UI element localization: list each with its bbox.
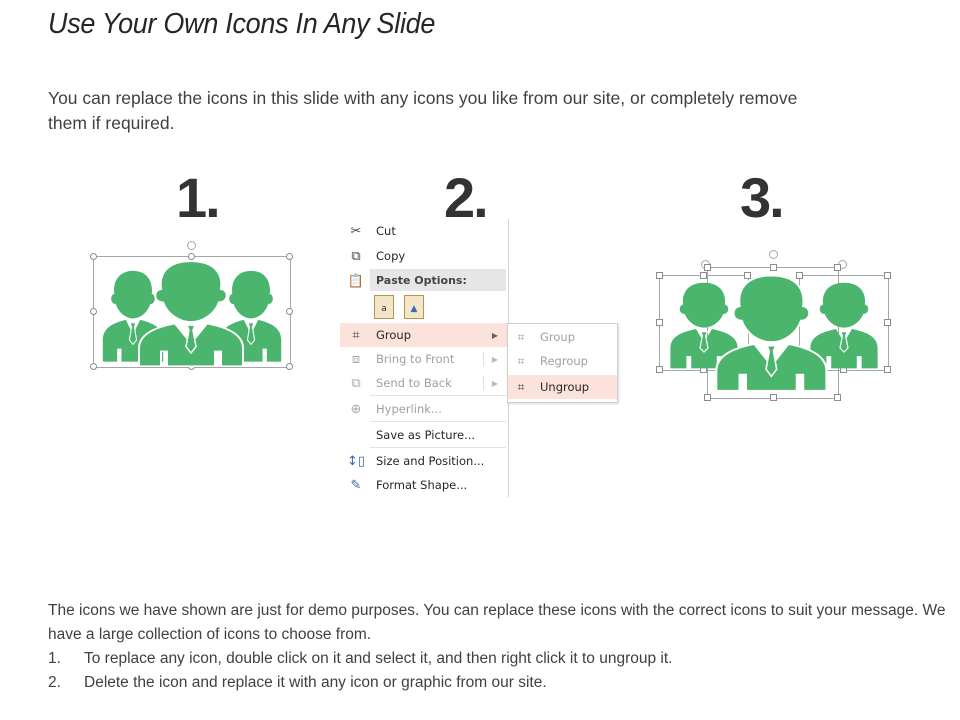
submenu-arrow-icon: ▶ xyxy=(491,330,498,340)
list-item: 1. To replace any icon, double click on … xyxy=(48,647,948,671)
step-number-3: 3. xyxy=(740,166,785,229)
menu-label: Copy xyxy=(376,249,406,263)
list-number: 2. xyxy=(48,674,61,691)
format-shape-icon: ✎ xyxy=(350,477,362,493)
menu-item-group[interactable]: ⌗ Group ▶ xyxy=(340,323,508,347)
menu-separator xyxy=(370,395,506,396)
scissors-icon: ✂ xyxy=(350,223,362,239)
list-item: 2. Delete the icon and replace it with a… xyxy=(48,671,948,695)
group-icon: ⌗ xyxy=(352,327,360,343)
bring-front-icon: ⧈ xyxy=(351,351,361,367)
instructions-paragraph: The icons we have shown are just for dem… xyxy=(48,602,946,643)
send-back-icon: ⧉ xyxy=(351,375,361,391)
menu-separator xyxy=(370,447,506,448)
menu-label: Ungroup xyxy=(540,380,590,394)
submenu-item-regroup[interactable]: ⌗ Regroup xyxy=(508,349,617,373)
intro-text: You can replace the icons in this slide … xyxy=(48,88,798,133)
submenu-arrow-icon: ▶ xyxy=(491,378,498,388)
step-number-1: 1. xyxy=(176,166,221,229)
submenu-item-group[interactable]: ⌗ Group xyxy=(508,325,617,349)
split-divider xyxy=(483,352,484,366)
menu-label: Save as Picture... xyxy=(376,428,476,442)
ungroup-icon: ⌗ xyxy=(517,379,525,394)
hyperlink-icon: ⊕ xyxy=(350,401,362,417)
menu-item-size-and-position[interactable]: ↕▯ Size and Position... xyxy=(340,449,508,473)
slide-title: Use Your Own Icons In Any Slide xyxy=(48,8,436,40)
paste-keep-text-icon[interactable]: a xyxy=(374,295,394,319)
menu-label: Size and Position... xyxy=(376,454,485,468)
size-position-icon: ↕▯ xyxy=(346,453,366,469)
team-icon-grouped[interactable] xyxy=(90,241,293,370)
regroup-icon: ⌗ xyxy=(517,353,525,368)
split-divider xyxy=(483,376,484,390)
menu-label: Send to Back xyxy=(376,376,452,390)
menu-label: Hyperlink... xyxy=(376,402,442,416)
paste-icon: 📋 xyxy=(347,273,365,289)
menu-label: Group xyxy=(540,330,576,344)
rotate-handle[interactable] xyxy=(187,241,196,250)
menu-label: Bring to Front xyxy=(376,352,455,366)
menu-label: Format Shape... xyxy=(376,478,468,492)
submenu-item-ungroup[interactable]: ⌗ Ungroup xyxy=(508,375,617,399)
paste-option-buttons: a ▲ xyxy=(374,295,424,319)
menu-item-copy[interactable]: ⧉ Copy xyxy=(340,244,508,268)
group-icon: ⌗ xyxy=(517,329,525,344)
menu-item-send-to-back[interactable]: ⧉ Send to Back ▶ xyxy=(340,371,508,395)
menu-separator xyxy=(370,421,506,422)
context-menu: ✂ Cut ⧉ Copy 📋 Paste Options: a ▲ ⌗ Grou… xyxy=(340,219,509,497)
menu-item-bring-to-front[interactable]: ⧈ Bring to Front ▶ xyxy=(340,347,508,371)
team-icon-ungrouped[interactable] xyxy=(656,250,892,402)
paste-options-header: Paste Options: xyxy=(370,269,506,291)
submenu-arrow-icon: ▶ xyxy=(491,354,498,364)
menu-label: Cut xyxy=(376,224,396,238)
list-number: 1. xyxy=(48,650,61,667)
copy-icon: ⧉ xyxy=(351,248,361,264)
menu-item-hyperlink[interactable]: ⊕ Hyperlink... xyxy=(340,397,508,421)
menu-label: Regroup xyxy=(540,354,588,368)
business-team-icon xyxy=(669,274,879,392)
blank-icon xyxy=(346,427,366,443)
group-submenu: ⌗ Group ⌗ Regroup ⌗ Ungroup xyxy=(507,323,618,403)
menu-item-format-shape[interactable]: ✎ Format Shape... xyxy=(340,473,508,497)
instructions: The icons we have shown are just for dem… xyxy=(48,599,948,695)
paste-picture-icon[interactable]: ▲ xyxy=(404,295,424,319)
menu-item-save-as-picture[interactable]: Save as Picture... xyxy=(340,423,508,447)
menu-item-cut[interactable]: ✂ Cut xyxy=(340,219,508,243)
list-text: Delete the icon and replace it with any … xyxy=(84,674,547,691)
menu-label: Group xyxy=(376,328,412,342)
business-team-icon xyxy=(102,260,282,368)
list-text: To replace any icon, double click on it … xyxy=(84,650,673,667)
